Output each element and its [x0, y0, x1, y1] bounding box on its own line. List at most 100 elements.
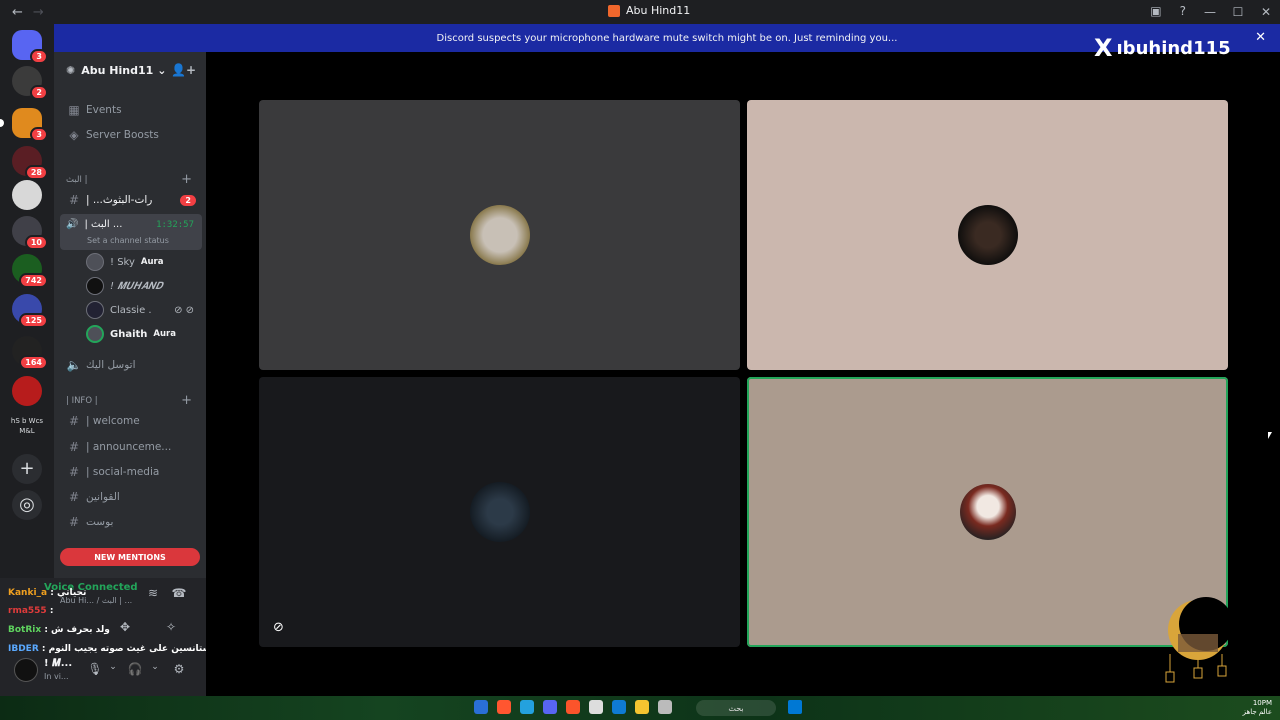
- watermark-handle: ıbuhind115: [1116, 37, 1231, 59]
- voice-member[interactable]: ! Sky Aura: [86, 252, 202, 272]
- window-title-text: Abu Hind11: [626, 4, 691, 17]
- invite-icon[interactable]: 👤+: [171, 63, 196, 77]
- channel-item[interactable]: # القوانين: [60, 486, 202, 508]
- taskbar-search[interactable]: بحث: [696, 700, 776, 716]
- disconnect-icon[interactable]: ☎: [170, 586, 188, 604]
- channel-status-prompt[interactable]: Set a channel status: [87, 236, 169, 245]
- noise-suppression-icon[interactable]: ≋: [144, 586, 162, 604]
- taskbar: بحث 10PM عالم جاهز: [0, 696, 1280, 720]
- server-icon[interactable]: 3: [0, 108, 48, 142]
- taskbar-app-icon[interactable]: [543, 700, 557, 714]
- discord-home-icon[interactable]: 3: [12, 30, 48, 64]
- sidebar-item-server-boosts[interactable]: ◈ Server Boosts: [60, 124, 202, 146]
- server-settings-icon: ✺: [66, 63, 76, 77]
- participant-avatar: [469, 482, 530, 542]
- chevron-down-icon[interactable]: ⌄: [104, 662, 122, 680]
- add-channel-icon[interactable]: +: [181, 393, 192, 408]
- microphone-icon[interactable]: 🎙: [86, 662, 104, 680]
- headphones-icon[interactable]: 🎧: [126, 662, 144, 680]
- system-tray[interactable]: 10PM عالم جاهز: [1243, 699, 1272, 717]
- taskbar-app-icon[interactable]: [474, 700, 488, 714]
- hashtag-icon: #: [68, 440, 80, 454]
- taskbar-app-icon[interactable]: [635, 700, 649, 714]
- user-name: ! 𝑴...: [44, 658, 73, 669]
- server-icon[interactable]: 2: [12, 66, 48, 100]
- channel-item[interactable]: # | announceme...: [60, 436, 202, 458]
- member-name: Classie .: [110, 304, 152, 316]
- gear-icon[interactable]: ⚙: [170, 662, 188, 680]
- chat-overlay-line: IBDER : مستانسين على غيث صوته يجيب النوم: [8, 644, 217, 654]
- channel-item[interactable]: # | welcome: [60, 410, 202, 432]
- taskbar-app-icon[interactable]: [589, 700, 603, 714]
- mention-badge: 2: [180, 194, 196, 206]
- server-name: Abu Hind11: [81, 63, 154, 77]
- server-icon[interactable]: [12, 180, 42, 210]
- close-window-button[interactable]: ✕: [1252, 5, 1280, 19]
- watermark: X ıbuhind115: [1094, 34, 1231, 62]
- category-header[interactable]: | INFO | +: [66, 393, 202, 408]
- server-header[interactable]: ✺ Abu Hind11 ⌄ 👤+: [54, 52, 206, 88]
- channel-item[interactable]: # | social-media: [60, 461, 202, 483]
- voice-channel-item[interactable]: 🔈 اتوسل اليك: [60, 354, 202, 376]
- sidebar-item-label: Events: [86, 104, 122, 116]
- hashtag-icon: #: [68, 193, 80, 207]
- hashtag-icon: #: [68, 465, 80, 479]
- participant-tile[interactable]: ⊘: [259, 377, 740, 647]
- mouse-cursor-icon: [1268, 432, 1272, 439]
- discover-icon[interactable]: ◎: [12, 490, 42, 520]
- taskbar-app-icon[interactable]: [612, 700, 626, 714]
- minimize-button[interactable]: —: [1196, 5, 1224, 19]
- channel-item[interactable]: # بوست: [60, 511, 202, 533]
- server-icon[interactable]: [12, 376, 42, 406]
- x-logo-icon: X: [1094, 34, 1113, 62]
- category-label: البث |: [66, 174, 88, 185]
- maximize-button[interactable]: ☐: [1224, 5, 1252, 19]
- channel-item[interactable]: # | ...رات-البثوث 2: [60, 189, 202, 211]
- participant-tile[interactable]: [747, 100, 1228, 370]
- server-icon[interactable]: 164: [12, 336, 48, 370]
- taskbar-app-icon[interactable]: [658, 700, 672, 714]
- mention-badge: 742: [19, 273, 48, 288]
- server-icon[interactable]: 742: [12, 254, 48, 288]
- member-name: ! Sky: [110, 256, 135, 268]
- participant-tile[interactable]: [259, 100, 740, 370]
- back-arrow-icon[interactable]: ←: [12, 5, 23, 20]
- category-header[interactable]: البث | +: [66, 172, 202, 187]
- inbox-icon[interactable]: ▣: [1150, 4, 1161, 18]
- voice-channel-label: | البث ...: [84, 219, 123, 230]
- active-voice-channel[interactable]: 🔊 | البث ... 1:32:57 Set a channel statu…: [60, 214, 202, 250]
- voice-timer: 1:32:57: [156, 220, 194, 230]
- taskbar-app-icon[interactable]: [520, 700, 534, 714]
- voice-member[interactable]: Ghaith Aura: [86, 324, 202, 344]
- forward-arrow-icon[interactable]: →: [33, 5, 44, 20]
- mention-badge: 28: [24, 165, 48, 180]
- channel-label: | social-media: [86, 466, 160, 478]
- chevron-down-icon[interactable]: ⌄: [146, 662, 164, 680]
- help-icon[interactable]: ?: [1180, 4, 1186, 18]
- windows-start-icon[interactable]: [788, 700, 802, 714]
- active-pill: [0, 119, 4, 127]
- server-icon[interactable]: 10: [12, 216, 48, 250]
- category-label: | INFO |: [66, 395, 98, 406]
- participant-tile-speaking[interactable]: [747, 377, 1228, 647]
- calendar-icon: ▦: [68, 103, 80, 117]
- add-server-icon[interactable]: +: [12, 454, 42, 484]
- channel-label: القوانين: [86, 491, 120, 503]
- close-icon[interactable]: ✕: [1255, 30, 1266, 45]
- activity-icon[interactable]: ✥: [116, 620, 134, 638]
- avatar[interactable]: [14, 658, 38, 682]
- channel-label: | announceme...: [86, 441, 172, 453]
- soundboard-icon[interactable]: ✧: [162, 620, 180, 638]
- server-icon[interactable]: 28: [12, 146, 48, 180]
- server-icon[interactable]: 125: [12, 294, 48, 328]
- sidebar-item-events[interactable]: ▦ Events: [60, 99, 202, 121]
- chat-overlay-line: Kanki_a : تحياتي: [8, 588, 86, 598]
- app-icon: [608, 4, 620, 17]
- new-mentions-button[interactable]: NEW MENTIONS: [60, 548, 200, 566]
- add-channel-icon[interactable]: +: [181, 172, 192, 187]
- taskbar-app-icon[interactable]: [566, 700, 580, 714]
- taskbar-app-icon[interactable]: [497, 700, 511, 714]
- voice-member[interactable]: ! 𝑴𝑼𝑯𝑨𝑵𝑫: [86, 276, 202, 296]
- server-folder-label[interactable]: hS b Wcs M&L: [8, 416, 46, 436]
- voice-member[interactable]: Classie . ⊘ ⊘: [86, 300, 202, 320]
